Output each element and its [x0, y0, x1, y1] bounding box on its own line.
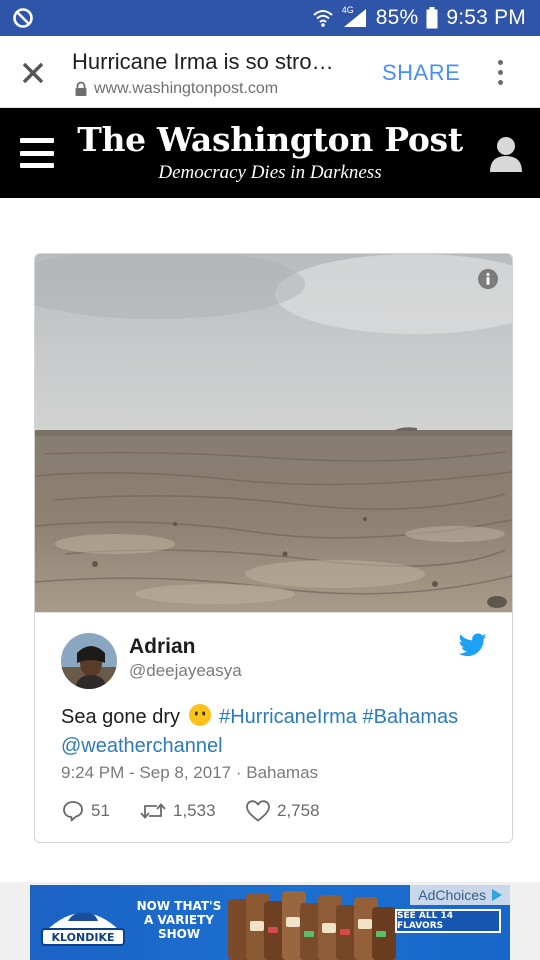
hashtag-link[interactable]: #HurricaneIrma: [219, 706, 357, 728]
tweet-text: Sea gone dry #HurricaneIrma #Bahamas @we…: [61, 703, 491, 761]
adchoices-icon: [492, 889, 502, 901]
browser-toolbar: Hurricane Irma is so stro… www.washingto…: [0, 36, 540, 108]
ad-headline: NOW THAT'S A VARIETY SHOW: [134, 899, 224, 941]
wifi-icon: [312, 8, 334, 28]
site-header: The Washington Post Democracy Dies in Da…: [0, 108, 540, 198]
account-icon[interactable]: [488, 134, 524, 174]
reply-count: 51: [91, 801, 110, 820]
twitter-bird-icon[interactable]: [459, 633, 487, 657]
status-bar: 4G 85% 9:53 PM: [0, 0, 540, 36]
ad-headline-line: A VARIETY: [143, 913, 214, 927]
heart-icon: [246, 800, 270, 822]
battery-icon: [426, 7, 438, 29]
neutral-face-emoji-icon: [188, 704, 211, 726]
advertisement-banner[interactable]: KLONDIKE NOW THAT'S A VARIETY SHOW SEE A…: [30, 885, 510, 960]
like-count: 2,758: [277, 801, 320, 820]
retweet-count: 1,533: [173, 801, 216, 820]
reply-icon: [63, 801, 83, 822]
retweet-button[interactable]: 1,533: [139, 799, 245, 823]
embedded-tweet: Adrian @deejayeasya Sea gone dry #Hurric…: [34, 253, 513, 843]
tweet-meta: 9:24 PM - Sep 8, 2017 · Bahamas: [61, 763, 318, 783]
hashtag-link[interactable]: #Bahamas: [363, 706, 459, 728]
ice-cream-bars-image: [228, 891, 396, 960]
ad-headline-line: NOW THAT'S: [136, 899, 222, 913]
ad-headline-line: SHOW: [157, 927, 201, 941]
klondike-logo: KLONDIKE: [41, 912, 125, 946]
status-icons: 4G 85% 9:53 PM: [312, 0, 526, 36]
site-logo[interactable]: The Washington Post: [0, 120, 540, 159]
signal-icon: 4G: [341, 5, 368, 29]
tweet-author-handle[interactable]: @deejayeasya: [129, 661, 242, 681]
meta-separator: ·: [235, 763, 247, 782]
site-tagline: Democracy Dies in Darkness: [158, 162, 382, 183]
mention-link[interactable]: @weatherchannel: [61, 735, 223, 757]
like-button[interactable]: 2,758: [245, 799, 320, 823]
reply-button[interactable]: 51: [61, 799, 139, 823]
network-type: 4G: [341, 5, 354, 15]
adchoices-label: AdChoices: [418, 887, 486, 903]
page-title: Hurricane Irma is so stro…: [72, 49, 334, 74]
brand-name: KLONDIKE: [52, 931, 115, 944]
url-row: www.washingtonpost.com: [74, 80, 278, 98]
tweet-body: Adrian @deejayeasya Sea gone dry #Hurric…: [35, 612, 512, 842]
more-options-icon[interactable]: [490, 56, 510, 88]
ad-cta-button[interactable]: SEE ALL 14 FLAVORS: [395, 909, 501, 933]
retweet-icon: [140, 803, 166, 819]
tweet-photo[interactable]: [35, 254, 512, 612]
tweet-actions: 51 1,533 2,758: [61, 799, 320, 823]
battery-percent: 85%: [375, 6, 419, 29]
tweet-location[interactable]: Bahamas: [246, 763, 318, 782]
tweet-timestamp[interactable]: 9:24 PM - Sep 8, 2017: [61, 763, 231, 782]
share-button[interactable]: SHARE: [382, 60, 460, 86]
lock-icon: [75, 81, 87, 96]
info-icon[interactable]: [477, 268, 499, 290]
tweet-author-name[interactable]: Adrian: [129, 635, 196, 659]
close-icon[interactable]: [18, 58, 48, 88]
adchoices-button[interactable]: AdChoices: [410, 885, 510, 905]
clock: 9:53 PM: [446, 6, 526, 29]
blocked-icon: [13, 8, 33, 28]
tweet-text-plain: Sea gone dry: [61, 706, 180, 728]
avatar[interactable]: [61, 633, 117, 689]
url-text: www.washingtonpost.com: [94, 80, 279, 97]
